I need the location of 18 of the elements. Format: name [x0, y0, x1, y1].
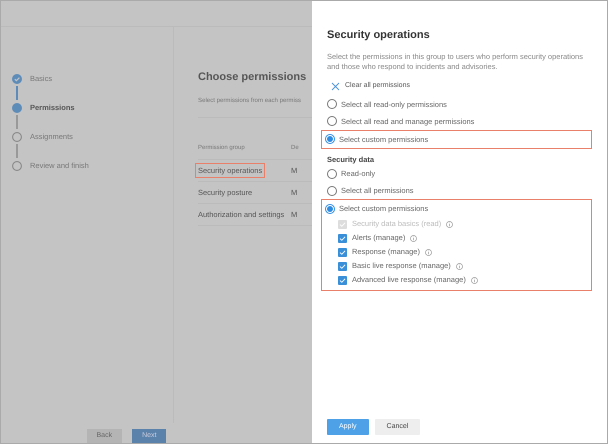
checkbox[interactable] [338, 248, 347, 256]
checkbox[interactable] [338, 262, 347, 270]
close-icon [331, 82, 340, 91]
info-icon [470, 276, 478, 284]
info-icon [424, 248, 432, 256]
radio-button[interactable] [325, 134, 335, 144]
radio-button[interactable] [327, 168, 337, 178]
info-icon [410, 234, 418, 242]
checkbox[interactable] [338, 234, 347, 242]
info-icon [456, 262, 463, 270]
radio-button[interactable] [327, 99, 337, 110]
page-title: Choose permissions [198, 70, 308, 85]
radio-button[interactable] [325, 204, 335, 214]
checkbox[interactable] [338, 276, 347, 284]
radio-button[interactable] [327, 116, 337, 126]
panel-title: Security operations [327, 28, 431, 43]
info-icon [446, 220, 454, 228]
radio-button[interactable] [327, 186, 337, 196]
